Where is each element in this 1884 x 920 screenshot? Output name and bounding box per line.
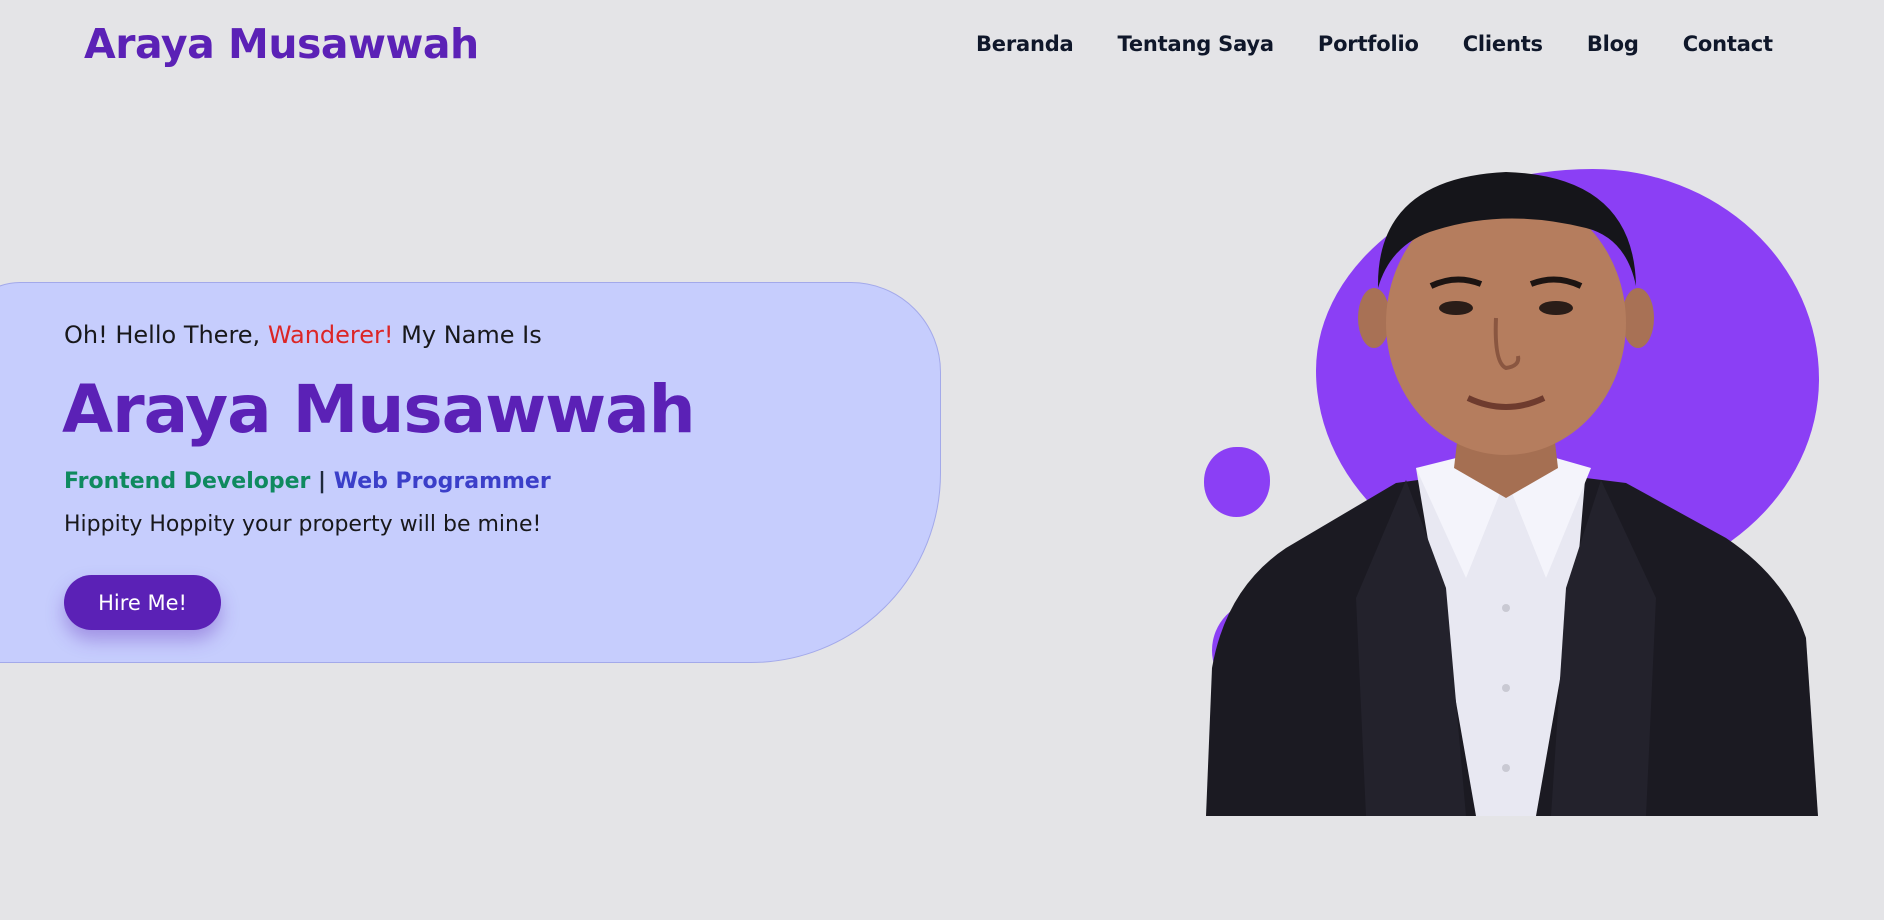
role-web: Web Programmer xyxy=(333,469,551,494)
hero-roles: Frontend Developer | Web Programmer xyxy=(64,466,551,498)
brand-logo[interactable]: Araya Musawwah xyxy=(84,18,479,70)
hero-tagline: Hippity Hoppity your property will be mi… xyxy=(64,512,542,537)
hire-me-button[interactable]: Hire Me! xyxy=(64,575,221,630)
nav-tentang-saya[interactable]: Tentang Saya xyxy=(1118,28,1275,60)
portrait-image xyxy=(1206,172,1818,816)
greeting-text: Oh! Hello There, xyxy=(64,321,268,349)
hero-name: Araya Musawwah xyxy=(62,371,696,448)
main-nav: Beranda Tentang Saya Portfolio Clients B… xyxy=(976,28,1773,60)
nav-blog[interactable]: Blog xyxy=(1587,28,1639,60)
role-separator: | xyxy=(310,469,334,494)
nav-contact[interactable]: Contact xyxy=(1683,28,1773,60)
page: Araya Musawwah Beranda Tentang Saya Port… xyxy=(0,0,1884,920)
greeting-accent: Wanderer! xyxy=(267,321,394,349)
hero-greeting: Oh! Hello There, Wanderer! My Name Is xyxy=(64,318,542,352)
nav-clients[interactable]: Clients xyxy=(1463,28,1543,60)
nav-beranda[interactable]: Beranda xyxy=(976,28,1074,60)
role-frontend: Frontend Developer xyxy=(64,469,311,494)
greeting-suffix: My Name Is xyxy=(393,321,542,349)
nav-portfolio[interactable]: Portfolio xyxy=(1318,28,1419,60)
